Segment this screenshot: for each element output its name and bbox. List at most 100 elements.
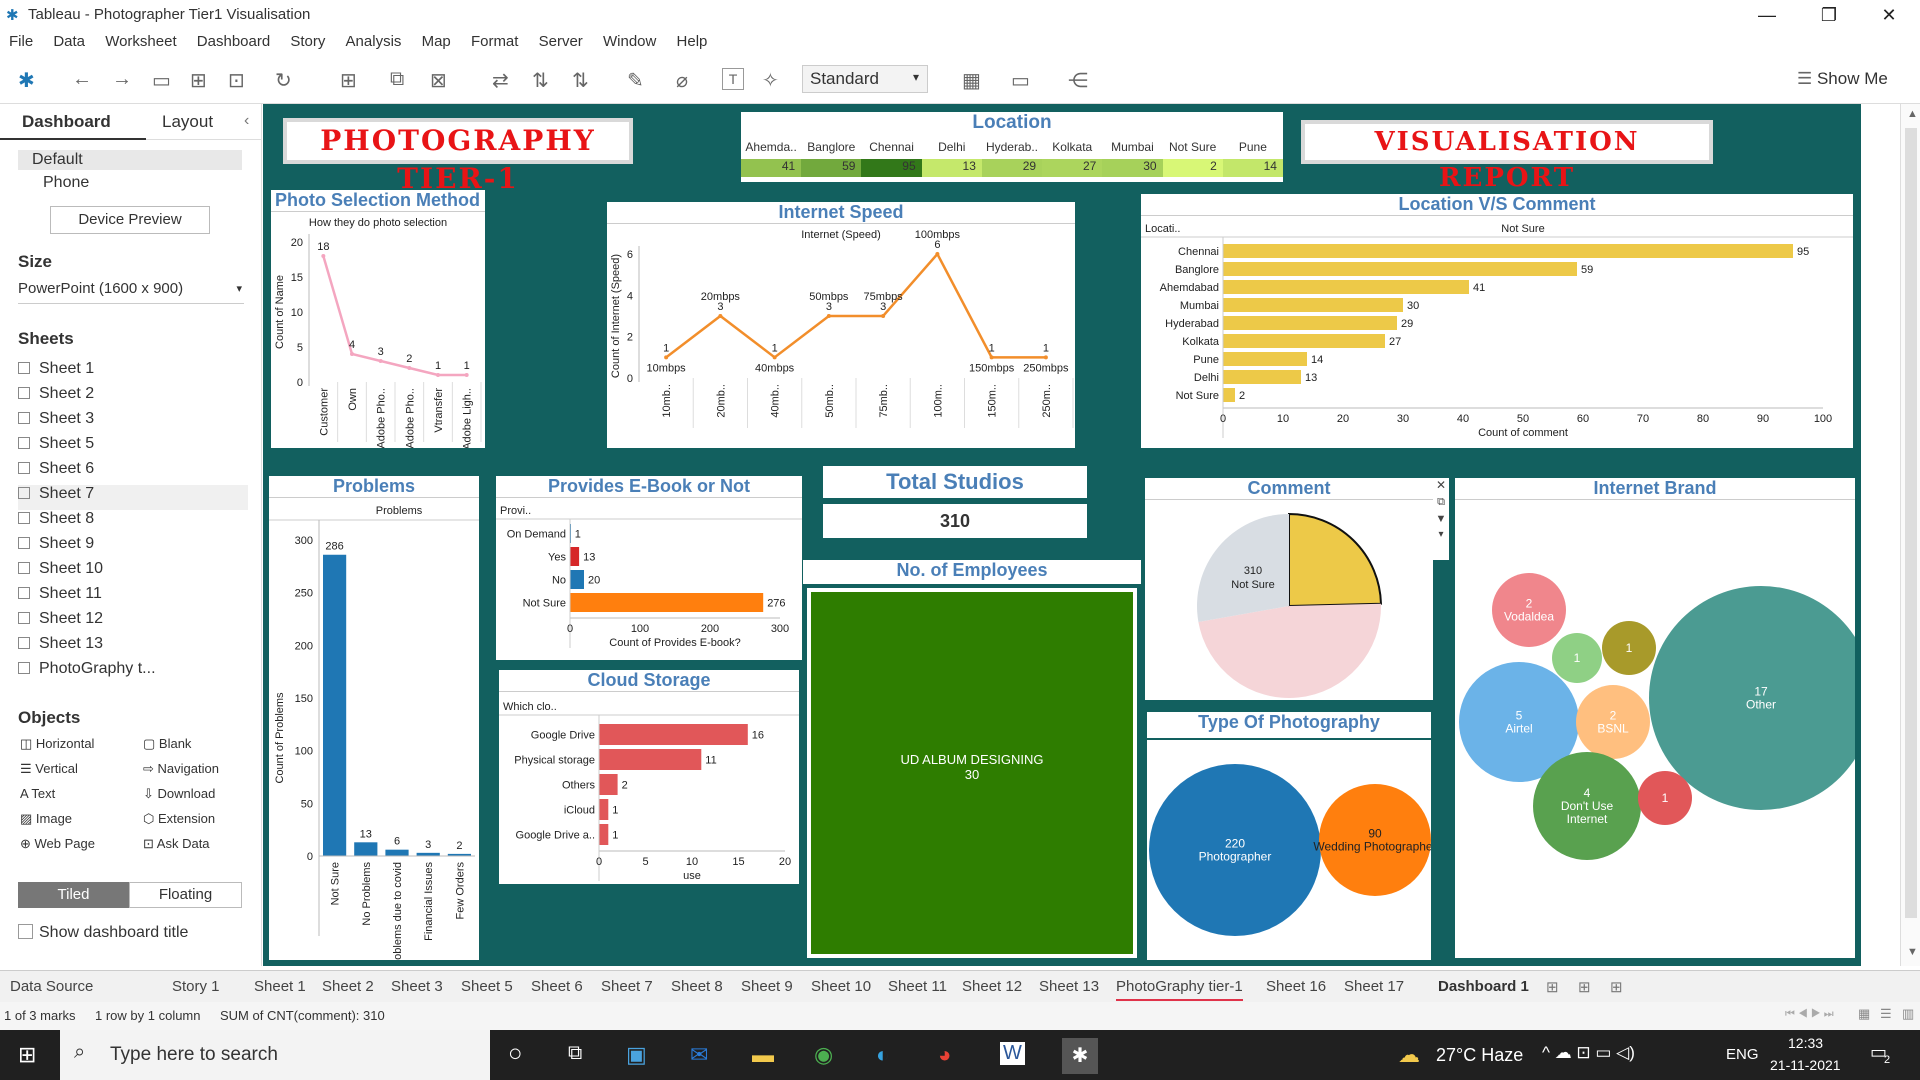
menu-data[interactable]: Data <box>53 33 85 50</box>
pie-slice[interactable] <box>1198 603 1381 698</box>
location-cell[interactable]: 14 <box>1222 159 1283 177</box>
employees-treemap[interactable]: UD ALBUM DESIGNING 30 <box>811 592 1133 954</box>
tab-sheet-13[interactable]: Sheet 13 <box>1039 978 1099 995</box>
presentation-icon[interactable]: ▭ <box>1011 68 1030 93</box>
tab-sheet-5[interactable]: Sheet 5 <box>461 978 513 995</box>
scroll-down-icon[interactable]: ▼ <box>1907 946 1918 958</box>
new-worksheet-tab-icon[interactable]: ⊞ <box>1546 978 1559 996</box>
menu-server[interactable]: Server <box>539 33 583 50</box>
clear-icon[interactable]: ⊠ <box>430 68 447 93</box>
cortana-icon[interactable]: ○ <box>508 1040 523 1068</box>
sheet-item[interactable]: PhotoGraphy t... <box>18 660 248 685</box>
show-me-button[interactable]: ☰ Show Me <box>1797 69 1888 89</box>
tab-sheet-2[interactable]: Sheet 2 <box>322 978 374 995</box>
tab-sheet-17[interactable]: Sheet 17 <box>1344 978 1404 995</box>
sheet-item[interactable]: Sheet 2 <box>18 385 248 410</box>
object-navigation[interactable]: ⇨ Navigation <box>143 761 219 777</box>
menu-help[interactable]: Help <box>677 33 708 50</box>
list-view-icon[interactable]: ☰ <box>1880 1006 1892 1022</box>
minimize-button[interactable]: — <box>1744 2 1790 28</box>
device-phone[interactable]: Phone <box>43 174 89 192</box>
tab-photography-tier-1[interactable]: PhotoGraphy tier-1 <box>1116 978 1243 1001</box>
object-download[interactable]: ⇩ Download <box>143 786 215 802</box>
tab-layout[interactable]: Layout ‹ <box>146 104 262 140</box>
language-indicator[interactable]: ENG <box>1726 1046 1759 1063</box>
pie-slice[interactable] <box>1288 512 1382 608</box>
chrome-icon[interactable]: ◕ <box>938 1042 951 1068</box>
menu-story[interactable]: Story <box>290 33 325 50</box>
tab-story-1[interactable]: Story 1 <box>172 978 220 995</box>
taskbar-search[interactable]: ⌕ Type here to search <box>60 1030 490 1080</box>
location-cell[interactable]: 30 <box>1102 159 1163 177</box>
store-icon[interactable]: ▣ <box>626 1042 647 1068</box>
photos-icon[interactable]: ◉ <box>814 1042 833 1068</box>
object-image[interactable]: ▨ Image <box>20 811 72 827</box>
weather-text[interactable]: 27°C Haze <box>1436 1045 1523 1066</box>
object-blank[interactable]: ▢ Blank <box>143 736 191 752</box>
sheet-item[interactable]: Sheet 10 <box>18 560 248 585</box>
remove-pane-icon[interactable]: ✕ <box>1433 478 1449 492</box>
refresh-icon[interactable]: ↻ <box>275 68 292 93</box>
tab-sheet-10[interactable]: Sheet 10 <box>811 978 871 995</box>
sheet-item[interactable]: Sheet 1 <box>18 360 248 385</box>
text-labels-icon[interactable]: T <box>722 68 744 90</box>
highlight-icon[interactable]: ✎ <box>627 68 644 93</box>
windows-start-icon[interactable]: ⊞ <box>18 1042 36 1068</box>
tab-nav-icon[interactable]: ⏮ ◀ ▶ ⏭ <box>1785 1008 1834 1021</box>
clock-time[interactable]: 12:33 <box>1788 1035 1823 1051</box>
location-cell[interactable]: 95 <box>861 159 922 177</box>
new-story-tab-icon[interactable]: ⊞ <box>1610 978 1623 996</box>
mail-icon[interactable]: ✉ <box>690 1042 708 1068</box>
redo-icon[interactable]: → <box>112 68 132 91</box>
filmstrip-view-icon[interactable]: ▥ <box>1902 1006 1914 1022</box>
sheet-item[interactable]: Sheet 6 <box>18 460 248 485</box>
file-explorer-icon[interactable]: ▬ <box>752 1042 774 1068</box>
tab-sheet-11[interactable]: Sheet 11 <box>888 978 947 995</box>
object-ask-data[interactable]: ⊡ Ask Data <box>143 836 210 852</box>
tab-sheet-3[interactable]: Sheet 3 <box>391 978 443 995</box>
pause-updates-icon[interactable]: ⊡ <box>228 68 245 93</box>
word-icon[interactable]: W <box>1000 1042 1025 1065</box>
scroll-thumb[interactable] <box>1905 128 1917 918</box>
collapse-panel-icon[interactable]: ‹ <box>244 112 249 130</box>
object-extension[interactable]: ⬡ Extension <box>143 811 215 827</box>
object-web-page[interactable]: ⊕ Web Page <box>20 836 95 852</box>
sheet-item[interactable]: Sheet 9 <box>18 535 248 560</box>
grid-view-icon[interactable]: ▦ <box>1858 1006 1870 1022</box>
swap-icon[interactable]: ⇄ <box>492 68 509 93</box>
tab-sheet-12[interactable]: Sheet 12 <box>962 978 1022 995</box>
location-cell[interactable]: 13 <box>921 159 982 177</box>
new-dashboard-tab-icon[interactable]: ⊞ <box>1578 978 1591 996</box>
clock-date[interactable]: 21-11-2021 <box>1770 1057 1841 1073</box>
menu-format[interactable]: Format <box>471 33 519 50</box>
close-window-button[interactable]: ✕ <box>1866 2 1912 28</box>
show-cards-icon[interactable]: ▦ <box>962 68 981 93</box>
menu-dashboard[interactable]: Dashboard <box>197 33 270 50</box>
menu-file[interactable]: File <box>9 33 33 50</box>
location-cell[interactable]: 2 <box>1162 159 1223 177</box>
floating-button[interactable]: Floating <box>129 882 242 908</box>
undo-icon[interactable]: ← <box>72 68 92 91</box>
show-title-checkbox[interactable]: Show dashboard title <box>18 924 188 942</box>
sheet-item[interactable]: Sheet 5 <box>18 435 248 460</box>
object-vertical[interactable]: ☰ Vertical <box>20 761 78 777</box>
sheet-item[interactable]: Sheet 8 <box>18 510 248 535</box>
edge-icon[interactable]: ◐ <box>876 1042 889 1068</box>
share-icon[interactable]: ⋲ <box>1068 68 1088 93</box>
device-preview-button[interactable]: Device Preview <box>50 206 210 234</box>
location-cell[interactable]: 59 <box>801 159 862 177</box>
more-options-icon[interactable]: ▾ <box>1433 529 1449 540</box>
scroll-up-icon[interactable]: ▲ <box>1907 108 1918 120</box>
maximize-button[interactable]: ❐ <box>1806 2 1852 28</box>
location-cell[interactable]: 41 <box>741 159 802 177</box>
location-cell[interactable]: 27 <box>1042 159 1103 177</box>
tableau-home-icon[interactable]: ✱ <box>18 68 35 93</box>
location-cell[interactable]: 29 <box>981 159 1043 177</box>
tab-dashboard[interactable]: Dashboard <box>0 104 146 140</box>
save-icon[interactable]: ▭ <box>152 68 171 93</box>
tab-sheet-16[interactable]: Sheet 16 <box>1266 978 1326 995</box>
tab-data-source[interactable]: Data Source <box>10 978 93 995</box>
tableau-taskbar-icon[interactable]: ✱ <box>1062 1038 1098 1074</box>
menu-window[interactable]: Window <box>603 33 656 50</box>
tiled-button[interactable]: Tiled <box>18 882 129 908</box>
